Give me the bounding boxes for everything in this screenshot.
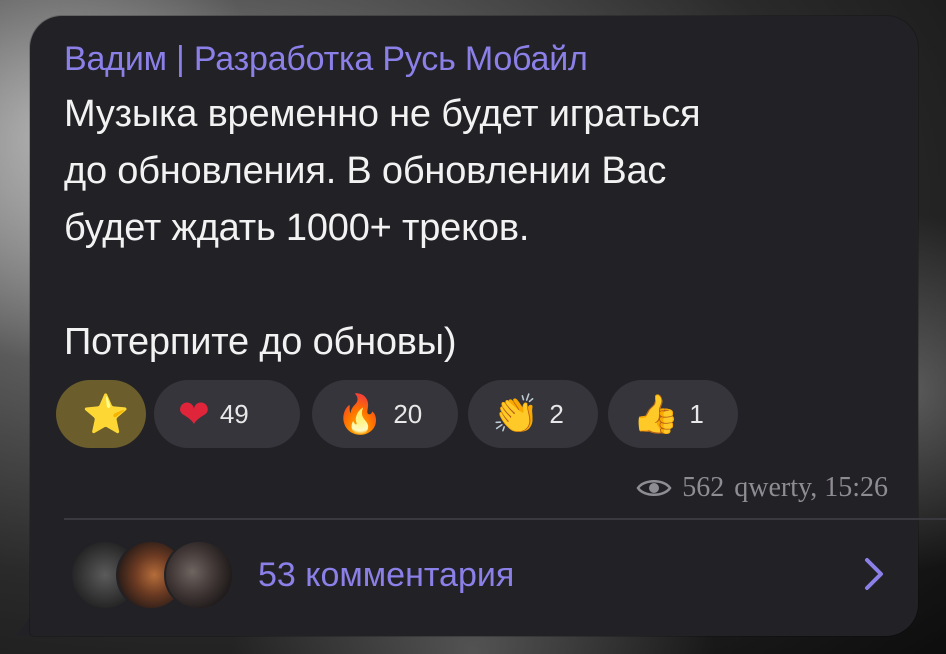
reaction-thumbs-up[interactable]: 👍 1 bbox=[608, 380, 738, 448]
commenter-avatars[interactable] bbox=[70, 540, 240, 610]
message-line: до обновления. В обновлении Вас bbox=[64, 150, 667, 192]
reaction-count: 49 bbox=[219, 398, 249, 429]
divider bbox=[64, 518, 946, 520]
reaction-fire[interactable]: 🔥 20 bbox=[312, 380, 458, 448]
message-line: будет ждать 1000+ треков. bbox=[64, 207, 530, 249]
reaction-heart[interactable]: ❤ 49 bbox=[154, 380, 300, 448]
message-line: Потерпите до обновы) bbox=[64, 321, 457, 363]
reaction-count: 2 bbox=[549, 398, 564, 429]
star-icon: ⭐ bbox=[82, 392, 130, 436]
fire-icon: 🔥 bbox=[336, 392, 384, 436]
message-line: Музыка временно не будет играться bbox=[64, 93, 701, 135]
author-name[interactable]: Вадим | Разработка Русь Мобайл bbox=[64, 40, 588, 79]
heart-icon: ❤ bbox=[178, 392, 210, 436]
message-meta: 562 qwerty, 15:26 bbox=[636, 472, 888, 504]
avatar bbox=[164, 540, 234, 610]
signature-time: qwerty, 15:26 bbox=[734, 472, 888, 503]
view-count: 562 bbox=[682, 472, 725, 503]
comments-link[interactable]: 53 комментария bbox=[258, 556, 514, 595]
thumbs-up-icon: 👍 bbox=[632, 392, 680, 436]
chevron-right-icon[interactable] bbox=[862, 556, 886, 592]
clap-icon: 👏 bbox=[492, 392, 540, 436]
reaction-count: 1 bbox=[689, 398, 704, 429]
reaction-star[interactable]: ⭐ bbox=[56, 380, 146, 448]
eye-icon bbox=[636, 480, 672, 496]
message-text: Музыка временно не будет играться до обн… bbox=[64, 86, 894, 371]
reaction-clap[interactable]: 👏 2 bbox=[468, 380, 598, 448]
reaction-count: 20 bbox=[393, 398, 423, 429]
